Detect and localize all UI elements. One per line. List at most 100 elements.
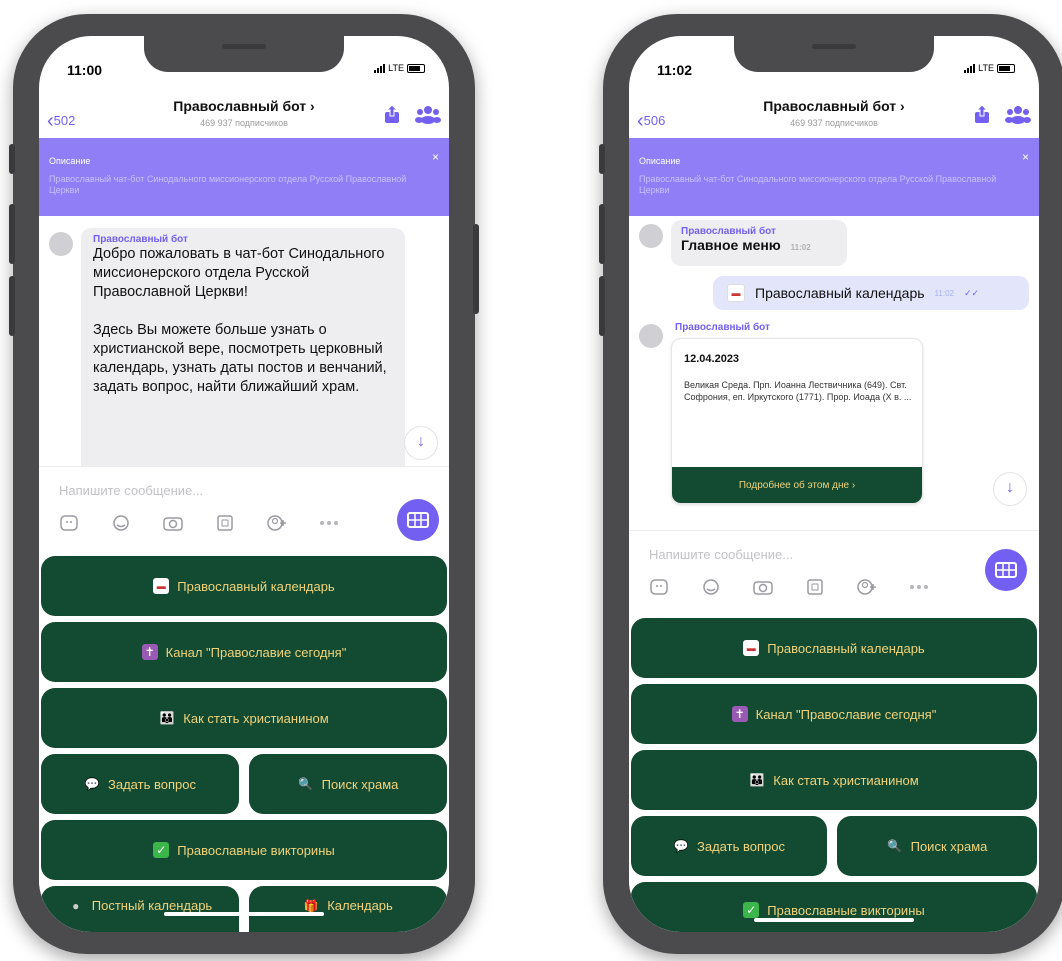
button-label: Канал "Православие сегодня": [165, 644, 347, 660]
bot-avatar: [639, 224, 663, 248]
volume-up-button: [599, 204, 605, 264]
checkmark-icon: ✓: [153, 842, 170, 858]
status-time: 11:02: [657, 62, 693, 78]
composer: Напишите сообщение...: [39, 466, 449, 555]
battery-icon: [997, 63, 1015, 73]
scroll-down-button[interactable]: ↓: [404, 426, 438, 460]
button-label: Поиск храма: [910, 838, 988, 854]
ask-question-button[interactable]: 💬 Задать вопрос: [631, 816, 827, 876]
gif-icon[interactable]: [699, 577, 723, 597]
quiz-button[interactable]: ✓ Православные викторины: [41, 820, 447, 880]
calendar-button[interactable]: ▬ Православный календарь: [41, 556, 447, 616]
message-input[interactable]: Напишите сообщение...: [59, 483, 203, 498]
arrow-down-icon: ↓: [417, 433, 425, 450]
description-label: Описание: [49, 156, 91, 166]
bot-keyboard: ▬ Православный календарь ✝ Канал "Правосла…: [629, 616, 1039, 932]
chat-header: ‹502 Православный бот › 469 937 подписчи…: [39, 90, 449, 138]
calendar-icon: ▬: [153, 578, 170, 594]
gallery-icon[interactable]: [213, 513, 237, 533]
add-contact-icon[interactable]: [855, 577, 879, 597]
button-label: Канал "Православие сегодня": [755, 706, 937, 722]
holiday-calendar-button[interactable]: 🎁 Календарь: [249, 886, 447, 932]
bot-avatar: [639, 324, 663, 348]
button-label: Задать вопрос: [108, 776, 196, 792]
composer: Напишите сообщение...: [629, 530, 1039, 617]
button-label: Православный календарь: [177, 578, 335, 594]
button-label: Православные викторины: [767, 902, 925, 918]
family-icon: 👪: [159, 711, 175, 725]
card-date: 12.04.2023: [684, 353, 740, 365]
day-details-button[interactable]: Подробнее об этом дне ›: [672, 467, 922, 503]
button-label: Постный календарь: [91, 898, 213, 913]
gallery-icon[interactable]: [803, 577, 827, 597]
become-christian-button[interactable]: 👪 Как стать христианином: [41, 688, 447, 748]
chat-header: ‹506 Православный бот › 469 937 подписчи…: [629, 90, 1039, 138]
button-label: Православные викторины: [177, 842, 335, 858]
cross-icon: ✝: [731, 706, 748, 722]
message-time: 11:02: [790, 243, 811, 252]
gif-icon[interactable]: [109, 513, 133, 533]
calendar-icon: ▬: [743, 640, 760, 656]
members-icon[interactable]: [1005, 104, 1031, 124]
magnifier-icon: 🔍: [298, 777, 314, 791]
close-icon[interactable]: ×: [432, 150, 439, 164]
button-label: Календарь: [327, 898, 393, 913]
message-text: Главное меню: [681, 237, 781, 253]
camera-icon[interactable]: [751, 577, 775, 597]
home-indicator: [754, 918, 914, 922]
scroll-down-button[interactable]: ↓: [993, 472, 1027, 506]
signal-icon: [964, 63, 976, 73]
bot-avatar: [49, 232, 73, 256]
card-text: Великая Среда. Прп. Иоанна Лествичника (…: [684, 380, 912, 402]
message-sender: Православный бот: [675, 322, 770, 333]
screen: 11:00 LTE ‹502 Православный бот › 469 93…: [39, 36, 449, 932]
outgoing-message: ▬ Православный календарь 11:02 ✓✓: [713, 276, 1029, 310]
power-button: [473, 224, 479, 314]
bot-keyboard-button[interactable]: [397, 499, 439, 541]
channel-button[interactable]: ✝ Канал "Православие сегодня": [631, 684, 1037, 744]
bot-keyboard-button[interactable]: [985, 549, 1027, 591]
more-icon[interactable]: [907, 577, 931, 597]
description-banner: Описание Православный чат-бот Синодально…: [39, 138, 449, 216]
status-icons: LTE: [964, 63, 1015, 73]
status-time: 11:00: [67, 62, 103, 78]
find-church-button[interactable]: 🔍 Поиск храма: [249, 754, 447, 814]
button-label: Поиск храма: [321, 776, 399, 792]
arrow-down-icon: ↓: [1006, 479, 1014, 496]
chat-area: Православный бот Добро пожаловать в чат-…: [39, 216, 449, 478]
close-icon[interactable]: ×: [1022, 150, 1029, 164]
speech-bubble-icon: 💬: [84, 777, 100, 791]
become-christian-button[interactable]: 👪 Как стать христианином: [631, 750, 1037, 810]
quiz-button[interactable]: ✓ Православные викторины: [631, 882, 1037, 932]
add-contact-icon[interactable]: [265, 513, 289, 533]
sticker-icon[interactable]: [647, 577, 671, 597]
volume-down-button: [9, 276, 15, 336]
keyboard-grid-icon: [995, 562, 1017, 578]
find-church-button[interactable]: 🔍 Поиск храма: [837, 816, 1037, 876]
button-label: Православный календарь: [767, 640, 925, 656]
family-icon: 👪: [749, 773, 765, 787]
description-label: Описание: [639, 156, 681, 166]
notch: [144, 36, 344, 72]
sticker-icon[interactable]: [57, 513, 81, 533]
message-bubble: Православный бот Добро пожаловать в чат-…: [81, 228, 405, 478]
status-icons: LTE: [374, 63, 425, 73]
outgoing-time: 11:02: [934, 288, 954, 298]
fasting-calendar-button[interactable]: ● Постный календарь: [41, 886, 239, 932]
share-icon[interactable]: [383, 104, 401, 124]
checkmark-icon: ✓: [743, 902, 760, 918]
keyboard-grid-icon: [407, 512, 429, 528]
channel-button[interactable]: ✝ Канал "Православие сегодня": [41, 622, 447, 682]
message-text-info: Здесь Вы можете больше узнать о христиан…: [93, 322, 387, 395]
calendar-button[interactable]: ▬ Православный календарь: [631, 618, 1037, 678]
phone-left: 11:00 LTE ‹502 Православный бот › 469 93…: [9, 14, 479, 954]
members-icon[interactable]: [415, 104, 441, 124]
ask-question-button[interactable]: 💬 Задать вопрос: [41, 754, 239, 814]
camera-icon[interactable]: [161, 513, 185, 533]
button-label: Задать вопрос: [697, 838, 785, 854]
message-input[interactable]: Напишите сообщение...: [649, 547, 793, 562]
share-icon[interactable]: [973, 104, 991, 124]
screen: 11:02 LTE ‹506 Православный бот › 469 93…: [629, 36, 1039, 932]
more-icon[interactable]: [317, 513, 341, 533]
chat-area: Православный бот Главное меню 11:02 ▬ Пр…: [629, 216, 1039, 530]
